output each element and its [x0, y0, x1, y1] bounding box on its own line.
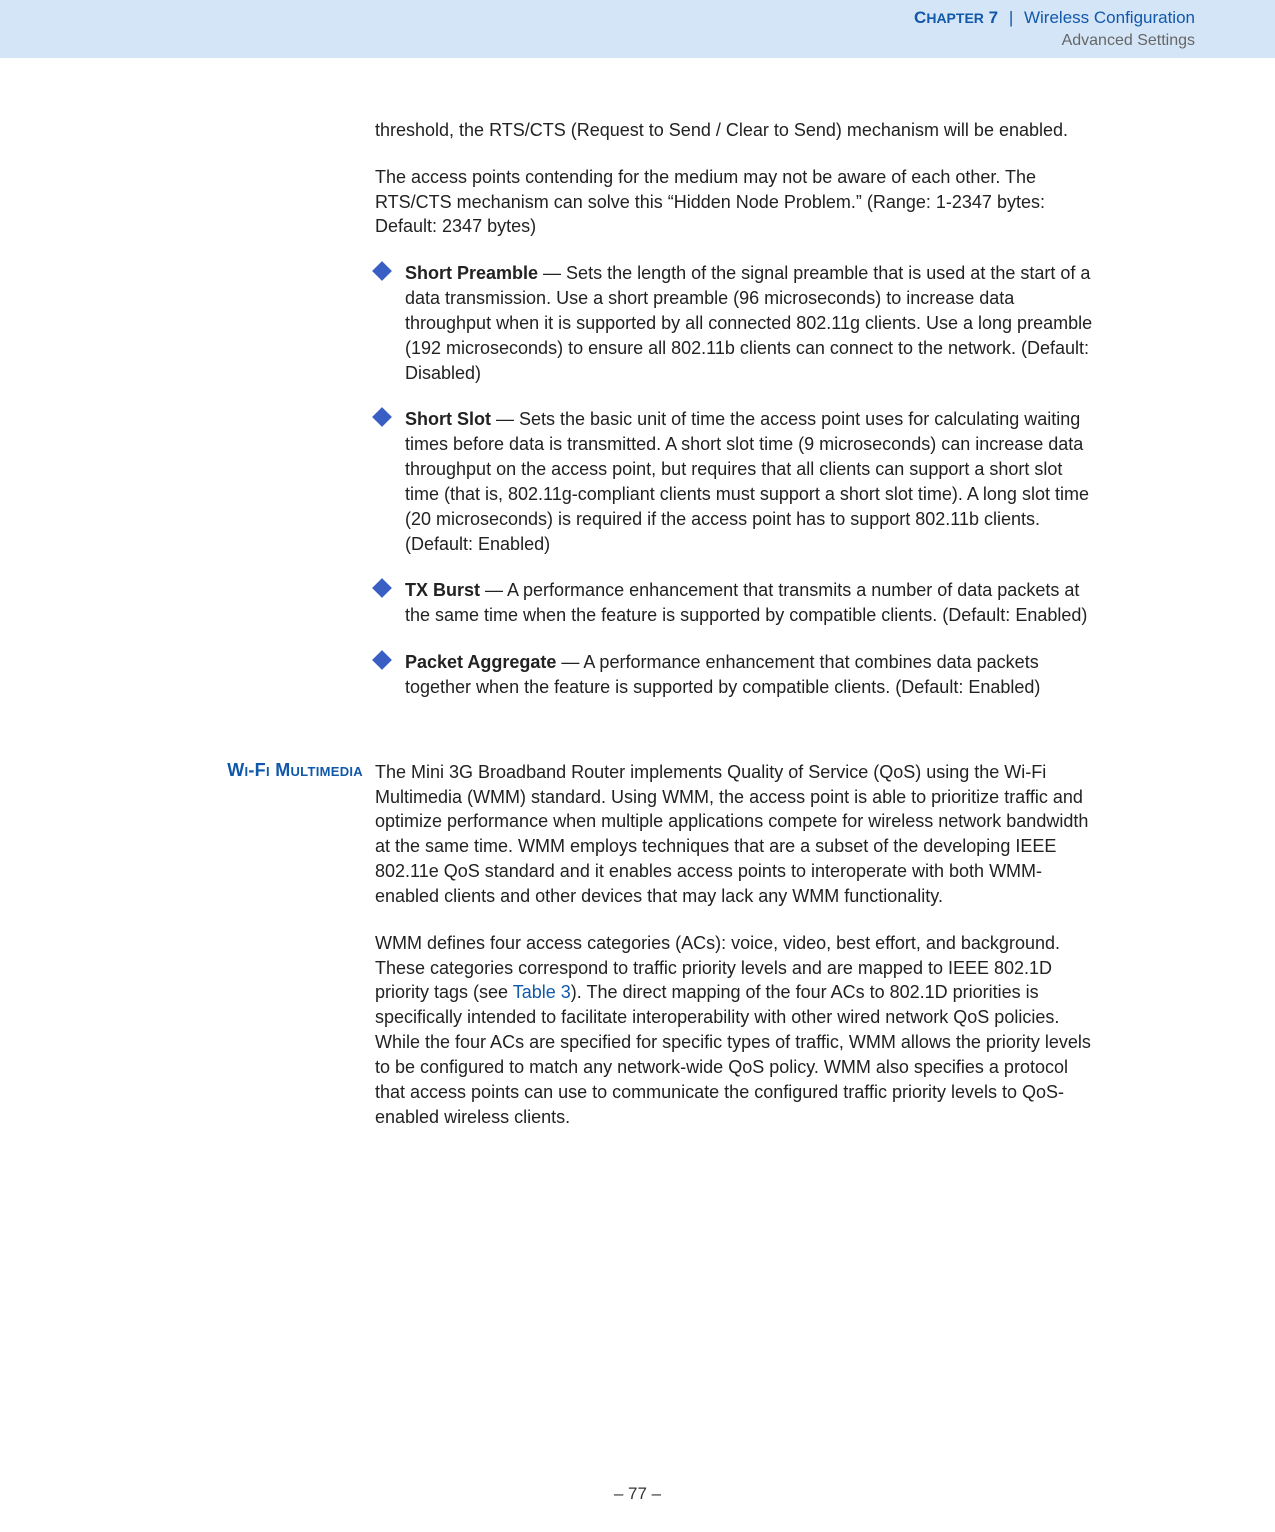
- chapter-prefix: C: [914, 8, 926, 27]
- diamond-bullet-icon: [372, 261, 392, 281]
- bullet-tx-burst: TX Burst — A performance enhancement tha…: [375, 578, 1095, 628]
- chapter-rest: HAPTER: [926, 10, 984, 26]
- section-heading-column: Wi-Fi Multimedia: [130, 760, 375, 1152]
- bullet-short-slot: Short Slot — Sets the basic unit of time…: [375, 407, 1095, 556]
- main-text-column: threshold, the RTS/CTS (Request to Send …: [375, 118, 1095, 722]
- bullet-text: Short Slot — Sets the basic unit of time…: [405, 407, 1095, 556]
- page-content: threshold, the RTS/CTS (Request to Send …: [0, 58, 1275, 722]
- bullet-definition: — A performance enhancement that transmi…: [405, 580, 1087, 625]
- chapter-title: Wireless Configuration: [1024, 8, 1195, 27]
- section-paragraph-2: WMM defines four access categories (ACs)…: [375, 931, 1095, 1130]
- bullet-term: Short Slot: [405, 409, 491, 429]
- page-number: – 77 –: [614, 1484, 661, 1503]
- bullet-term: Short Preamble: [405, 263, 538, 283]
- bullet-text: TX Burst — A performance enhancement tha…: [405, 578, 1095, 628]
- table-link[interactable]: Table 3: [513, 982, 571, 1002]
- chapter-subtitle: Advanced Settings: [0, 32, 1195, 50]
- separator: |: [1009, 8, 1013, 27]
- chapter-number: 7: [989, 8, 998, 27]
- bullet-term: TX Burst: [405, 580, 480, 600]
- intro-paragraph-1: threshold, the RTS/CTS (Request to Send …: [375, 118, 1095, 143]
- wifi-multimedia-section: Wi-Fi Multimedia The Mini 3G Broadband R…: [0, 760, 1275, 1152]
- section-body-column: The Mini 3G Broadband Router implements …: [375, 760, 1095, 1152]
- page-footer: – 77 –: [0, 1484, 1275, 1504]
- intro-paragraph-2: The access points contending for the med…: [375, 165, 1095, 239]
- chapter-label: CHAPTER 7: [914, 8, 1003, 27]
- diamond-bullet-icon: [372, 650, 392, 670]
- bullet-term: Packet Aggregate: [405, 652, 556, 672]
- bullet-definition: — Sets the basic unit of time the access…: [405, 409, 1089, 553]
- bullet-text: Packet Aggregate — A performance enhance…: [405, 650, 1095, 700]
- paragraph-text-post: ). The direct mapping of the four ACs to…: [375, 982, 1091, 1126]
- diamond-bullet-icon: [372, 408, 392, 428]
- diamond-bullet-icon: [372, 579, 392, 599]
- left-margin-column: [130, 118, 375, 722]
- bullet-short-preamble: Short Preamble — Sets the length of the …: [375, 261, 1095, 385]
- bullet-packet-aggregate: Packet Aggregate — A performance enhance…: [375, 650, 1095, 700]
- section-paragraph-1: The Mini 3G Broadband Router implements …: [375, 760, 1095, 909]
- bullet-text: Short Preamble — Sets the length of the …: [405, 261, 1095, 385]
- page-header: CHAPTER 7 | Wireless Configuration Advan…: [0, 0, 1275, 58]
- section-heading: Wi-Fi Multimedia: [227, 760, 363, 780]
